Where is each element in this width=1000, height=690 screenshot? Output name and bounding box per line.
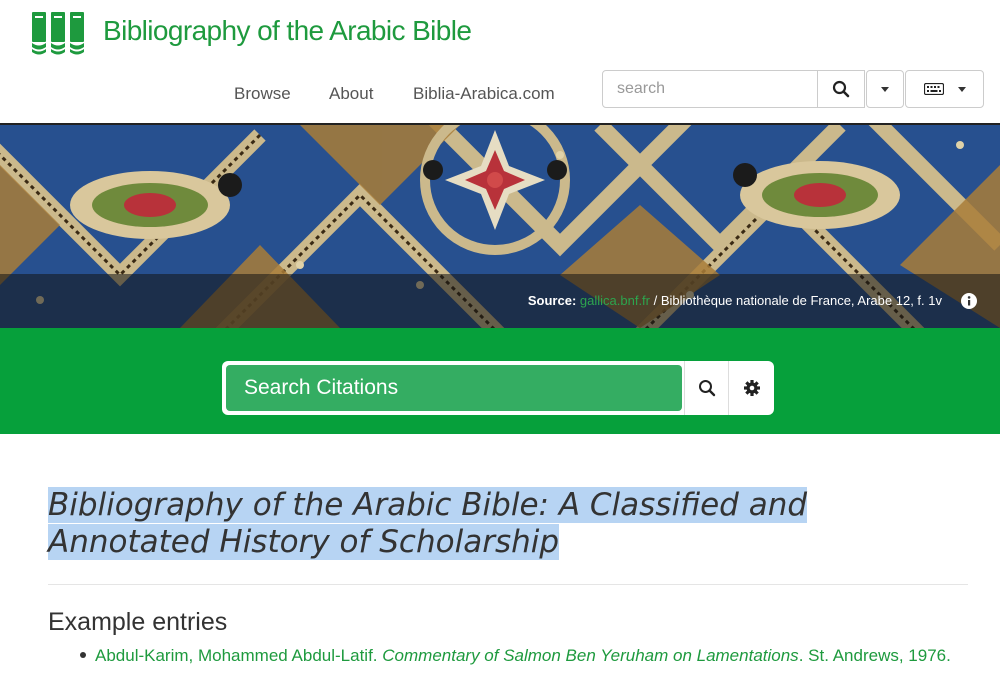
logo-books-icon[interactable]	[32, 12, 84, 56]
source-label: Source:	[527, 293, 577, 308]
entry-imprint: . St. Andrews, 1976.	[798, 646, 951, 665]
search-icon	[832, 80, 850, 98]
page-title: Bibliography of the Arabic Bible: A Clas…	[48, 487, 978, 561]
page-title-line-2: Annotated History of Scholarship	[48, 524, 560, 560]
citation-settings-button[interactable]	[728, 361, 775, 415]
info-icon[interactable]	[961, 293, 977, 309]
entry-author: Abdul-Karim, Mohammed Abdul-Latif.	[95, 646, 378, 665]
caret-down-icon	[957, 86, 966, 92]
search-icon	[699, 380, 716, 397]
nav-biblia-arabica[interactable]: Biblia-Arabica.com	[413, 84, 555, 104]
example-entry-link[interactable]: Abdul-Karim, Mohammed Abdul-Latif. Comme…	[95, 644, 965, 668]
nav-about[interactable]: About	[329, 84, 373, 104]
bullet-icon	[80, 652, 86, 658]
header-search-input[interactable]	[602, 70, 818, 108]
site-title[interactable]: Bibliography of the Arabic Bible	[103, 15, 472, 47]
divider	[48, 584, 968, 585]
caret-down-icon	[881, 86, 889, 92]
search-options-dropdown[interactable]	[866, 70, 904, 108]
source-link[interactable]: gallica.bnf.fr	[580, 293, 650, 308]
nav-browse[interactable]: Browse	[234, 84, 291, 104]
example-entries-heading: Example entries	[48, 608, 228, 636]
keyboard-dropdown[interactable]	[905, 70, 984, 108]
citation-search-input[interactable]	[226, 365, 682, 411]
keyboard-icon	[923, 83, 944, 95]
entry-work-title: Commentary of Salmon Ben Yeruham on Lame…	[382, 646, 799, 665]
source-text: / Bibliothèque nationale de France, Arab…	[653, 293, 942, 308]
header-search-button[interactable]	[817, 70, 865, 108]
gear-icon	[744, 380, 760, 396]
page-title-line-1: Bibliography of the Arabic Bible: A Clas…	[48, 487, 808, 523]
citation-search-group	[222, 361, 774, 415]
citation-search-button[interactable]	[684, 361, 729, 415]
site-header: Bibliography of the Arabic Bible Browse …	[0, 0, 1000, 125]
image-credit: Source: gallica.bnf.fr / Bibliothèque na…	[528, 293, 942, 308]
